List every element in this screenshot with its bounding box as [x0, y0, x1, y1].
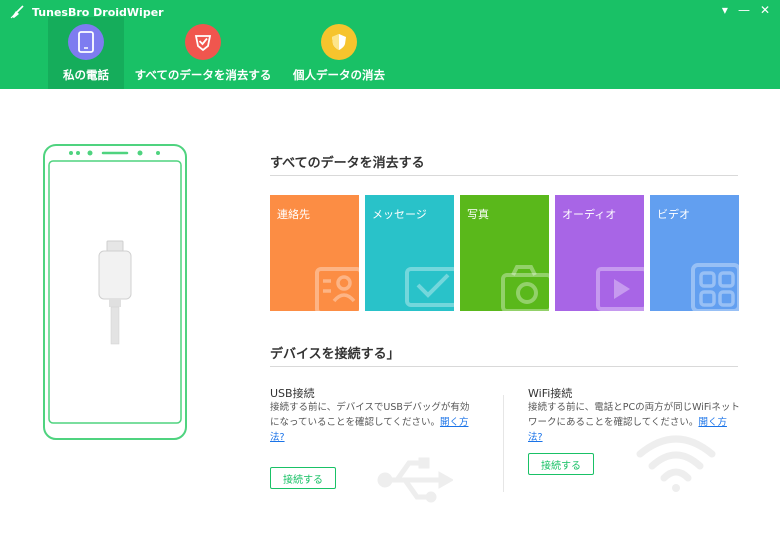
play-icon [596, 267, 644, 311]
wifi-desc-line1: 接続する前に、電話とPCの両方が同じWiFiネット [528, 402, 740, 413]
usb-desc-line2: になっていることを確認してください。 [270, 417, 440, 428]
wifi-watermark-icon [636, 435, 716, 492]
close-icon[interactable]: ✕ [760, 3, 770, 17]
erase-section-divider [270, 175, 738, 176]
tab-my-phone-label: 私の電話 [63, 68, 109, 82]
usb-connect-button[interactable]: 接続する [270, 467, 336, 489]
tab-private-data[interactable]: 個人データの消去 [293, 17, 385, 89]
tile-audio-label: オーディオ [562, 208, 617, 221]
usb-watermark-icon [377, 457, 453, 503]
usb-how-to-open-link[interactable]: 開く方 [440, 417, 469, 428]
tile-video[interactable]: ビデオ [650, 195, 739, 311]
tile-contacts[interactable]: 連絡先 [270, 195, 359, 311]
usb-how-to-open-link-cont[interactable]: 法? [270, 432, 285, 443]
wifi-connection-title: WiFi接続 [528, 387, 573, 400]
broom-logo-icon [10, 5, 24, 19]
contacts-icon [315, 267, 359, 311]
tab-my-phone[interactable]: 私の電話 [48, 17, 124, 89]
camera-icon [501, 265, 549, 311]
wifi-desc-line2: ワークにあることを確認してください。 [528, 417, 699, 428]
tile-messages-label: メッセージ [372, 208, 427, 221]
phone-illustration [43, 144, 187, 440]
tile-contacts-label: 連絡先 [277, 208, 310, 221]
tab-private-data-label: 個人データの消去 [293, 68, 385, 82]
phone-icon [68, 24, 104, 60]
wifi-how-to-open-link[interactable]: 開く方 [698, 417, 727, 428]
usb-connection-description: 接続する前に、デバイスでUSBデバッグが有効 になっていることを確認してください… [270, 400, 500, 445]
tile-video-label: ビデオ [657, 208, 690, 221]
grid-icon [691, 263, 739, 311]
shield-icon [321, 24, 357, 60]
usb-desc-line1: 接続する前に、デバイスでUSBデバッグが有効 [270, 402, 470, 413]
connect-section-divider [270, 366, 738, 367]
top-bar: TunesBro DroidWiper ▾ — ✕ 私の電話 すべてのデータを消… [0, 0, 780, 89]
connect-section-title: デバイスを接続する」 [270, 347, 400, 362]
tile-messages[interactable]: メッセージ [365, 195, 454, 311]
shield-check-icon [185, 24, 221, 60]
minimize-icon[interactable]: — [738, 3, 750, 17]
tab-erase-all[interactable]: すべてのデータを消去する [134, 17, 272, 89]
tab-erase-all-label: すべてのデータを消去する [134, 68, 272, 82]
tile-audio[interactable]: オーディオ [555, 195, 644, 311]
erase-section-title: すべてのデータを消去する [270, 156, 425, 171]
window-controls: ▾ — ✕ [722, 3, 770, 17]
wifi-how-to-open-link-cont[interactable]: 法? [528, 432, 543, 443]
message-icon [405, 267, 454, 307]
menu-dropdown-icon[interactable]: ▾ [722, 3, 728, 17]
tile-photos[interactable]: 写真 [460, 195, 549, 311]
usb-connection-title: USB接続 [270, 387, 315, 400]
tile-photos-label: 写真 [467, 208, 489, 221]
connect-options-divider [503, 395, 504, 492]
wifi-connect-button[interactable]: 接続する [528, 453, 594, 475]
